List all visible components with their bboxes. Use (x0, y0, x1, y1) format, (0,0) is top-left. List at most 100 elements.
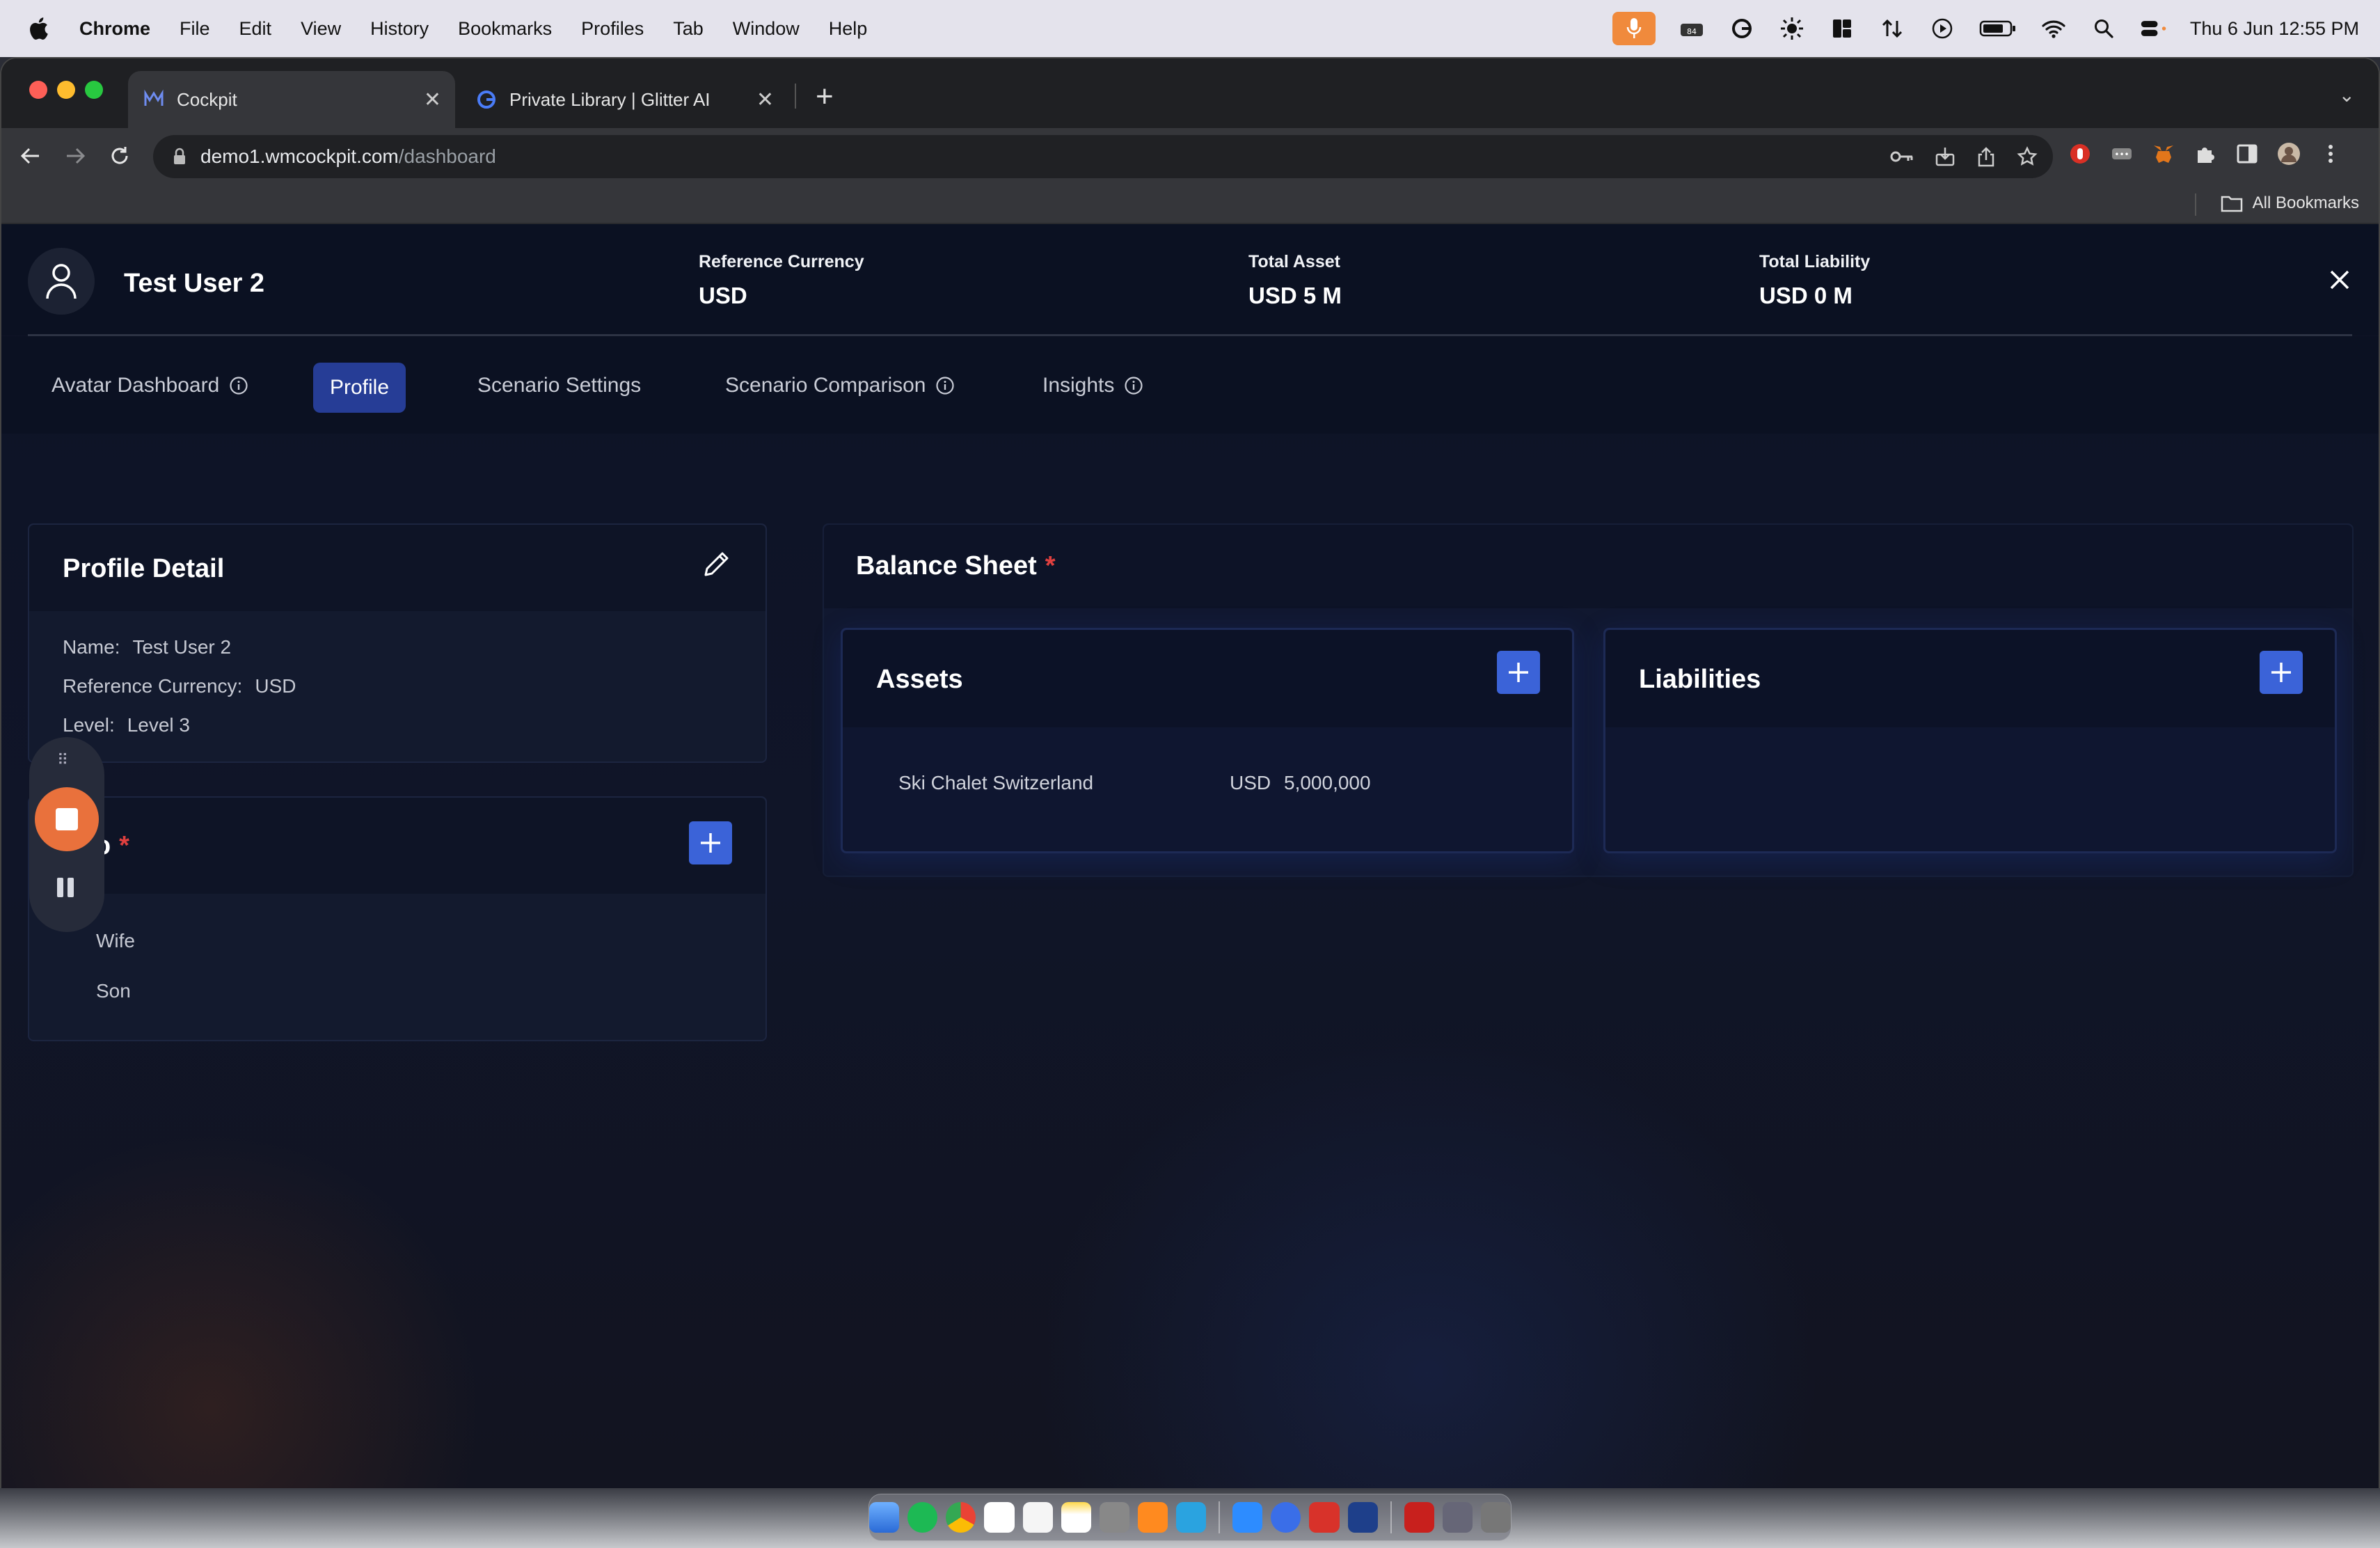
tab-title: Private Library | Glitter AI (509, 88, 711, 110)
chrome-icon[interactable] (946, 1502, 976, 1533)
reminders-icon[interactable] (1022, 1502, 1053, 1533)
info-icon[interactable] (1124, 376, 1143, 395)
grammarly-icon[interactable] (1728, 15, 1756, 42)
name-value: Test User 2 (132, 636, 232, 658)
play-icon[interactable] (1928, 15, 1956, 42)
menu-view[interactable]: View (301, 18, 341, 40)
browser-tab-glitter[interactable]: Private Library | Glitter AI ✕ (461, 71, 788, 128)
tab-scenario-comparison[interactable]: Scenario Comparison (725, 374, 955, 397)
menu-profiles[interactable]: Profiles (581, 18, 644, 40)
new-tab-button[interactable]: + (816, 79, 834, 114)
menu-bar-clock[interactable]: Thu 6 Jun 12:55 PM (2190, 18, 2359, 40)
calendar-icon[interactable] (984, 1502, 1015, 1533)
pause-recording-button[interactable] (57, 878, 75, 897)
browser-tab-cockpit[interactable]: Cockpit ✕ (128, 71, 455, 128)
add-family-member-button[interactable] (689, 821, 732, 864)
brightness-icon[interactable] (1778, 15, 1806, 42)
window-layout-icon[interactable] (1828, 15, 1856, 42)
tab-close-icon[interactable]: ✕ (424, 88, 441, 112)
apple-icon[interactable] (28, 17, 49, 40)
spotify-icon[interactable] (907, 1502, 938, 1533)
family-member-wife[interactable]: Wife (96, 930, 135, 952)
tab-scenario-settings[interactable]: Scenario Settings (477, 374, 641, 397)
window-close-button[interactable] (29, 81, 47, 99)
zoom-icon[interactable] (1232, 1502, 1263, 1533)
menu-edit[interactable]: Edit (239, 18, 272, 40)
screenshot-folder-icon[interactable] (1442, 1502, 1473, 1533)
spotlight-search-icon[interactable] (2090, 15, 2118, 42)
address-bar[interactable]: demo1.wmcockpit.com/dashboard (153, 135, 2053, 178)
window-minimize-button[interactable] (57, 81, 75, 99)
svg-text:84: 84 (1687, 27, 1697, 36)
bookmarks-bar: All Bookmarks (1, 185, 2379, 224)
bookmark-star-icon[interactable] (2017, 146, 2038, 167)
microphone-icon[interactable] (1612, 12, 1656, 45)
menu-help[interactable]: Help (829, 18, 868, 40)
tab-close-icon[interactable]: ✕ (756, 88, 774, 112)
menu-file[interactable]: File (180, 18, 210, 40)
photo-booth-icon[interactable] (1309, 1502, 1340, 1533)
lock-icon[interactable] (173, 148, 187, 166)
browser-menu-kebab-icon[interactable] (2319, 142, 2342, 166)
battery-icon[interactable] (1978, 15, 2017, 42)
menu-tab[interactable]: Tab (673, 18, 704, 40)
drag-handle-icon[interactable]: ⠿ (57, 751, 70, 769)
user-name: Test User 2 (124, 269, 265, 298)
stop-recording-button[interactable] (35, 787, 99, 851)
finder-icon[interactable] (869, 1502, 900, 1533)
wifi-icon[interactable] (2040, 15, 2068, 42)
asset-currency: USD (1230, 772, 1271, 793)
balance-sheet-title-text: Balance Sheet (856, 551, 1037, 580)
password-key-icon[interactable] (1890, 150, 1914, 164)
profile-avatar-icon[interactable] (2277, 142, 2301, 166)
side-panel-icon[interactable] (2235, 142, 2259, 166)
plus-icon (1509, 663, 1528, 682)
network-activity-icon[interactable] (1878, 15, 1906, 42)
menu-window[interactable]: Window (733, 18, 800, 40)
tab-avatar-dashboard[interactable]: Avatar Dashboard (51, 374, 248, 397)
info-icon[interactable] (229, 376, 248, 395)
add-asset-button[interactable] (1497, 651, 1540, 694)
asset-name: Ski Chalet Switzerland (898, 772, 1094, 793)
back-button[interactable] (17, 142, 45, 170)
balance-sheet-header: Balance Sheet * (824, 525, 2352, 608)
acrobat-icon[interactable] (1404, 1502, 1434, 1533)
menu-history[interactable]: History (370, 18, 429, 40)
notes-icon[interactable] (1061, 1502, 1091, 1533)
trash-icon[interactable] (1480, 1502, 1511, 1533)
password-manager-extension-icon[interactable]: ••• (2110, 142, 2134, 166)
sublime-text-icon[interactable] (1137, 1502, 1168, 1533)
family-card: ɔ* Wife Son (28, 796, 767, 1041)
system-settings-icon[interactable] (1099, 1502, 1129, 1533)
level-label: Level: (63, 714, 115, 736)
forward-button[interactable] (61, 142, 89, 170)
quicktime-icon[interactable] (1347, 1502, 1378, 1533)
window-zoom-button[interactable] (85, 81, 103, 99)
info-icon[interactable] (935, 376, 955, 395)
menu-bookmarks[interactable]: Bookmarks (458, 18, 552, 40)
snowflake-app-icon[interactable] (1271, 1502, 1301, 1533)
control-center-icon[interactable] (2140, 15, 2168, 42)
telegram-icon[interactable] (1176, 1502, 1207, 1533)
share-icon[interactable] (1976, 146, 1996, 167)
all-bookmarks-button[interactable]: All Bookmarks (2221, 194, 2359, 213)
menu-app-name[interactable]: Chrome (79, 18, 150, 40)
cockpit-page: Test User 2 Reference Currency USD Total… (1, 224, 2379, 1488)
tab-insights[interactable]: Insights (1042, 374, 1143, 397)
close-icon[interactable] (2326, 266, 2354, 294)
install-app-icon[interactable] (1935, 146, 1955, 167)
reload-button[interactable] (106, 142, 134, 170)
macos-dock (868, 1494, 1512, 1541)
puzzle-extensions-icon[interactable] (2193, 142, 2217, 166)
assets-header: Assets (843, 630, 1572, 727)
family-member-son[interactable]: Son (96, 980, 131, 1002)
metamask-fox-icon[interactable] (2152, 142, 2175, 166)
add-liability-button[interactable] (2260, 651, 2303, 694)
system-monitor-icon[interactable]: 84 (1678, 15, 1706, 42)
kpi-total-liability-label: Total Liability (1759, 252, 1871, 271)
kpi-reference-currency-value: USD (699, 283, 747, 308)
tab-search-chevron-icon[interactable]: ⌄ (2339, 84, 2355, 106)
edit-pencil-icon[interactable] (701, 548, 732, 579)
adblock-extension-icon[interactable] (2068, 142, 2092, 166)
tab-profile[interactable]: Profile (313, 363, 406, 413)
